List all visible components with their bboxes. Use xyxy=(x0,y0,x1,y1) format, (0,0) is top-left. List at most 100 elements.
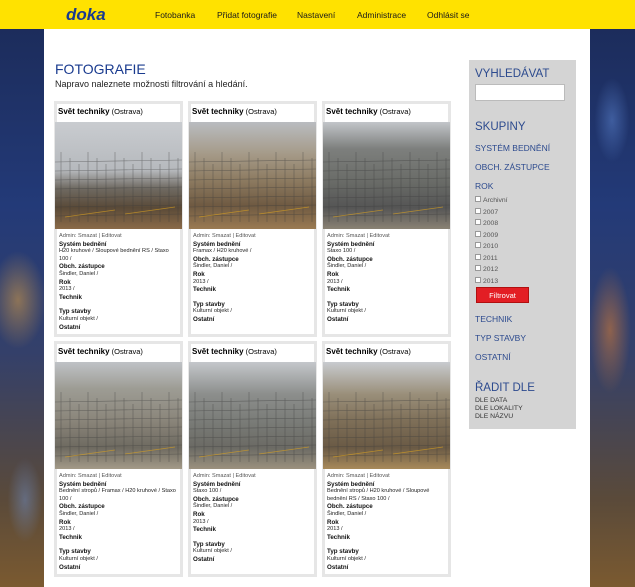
card-title-place: (Ostrava) xyxy=(245,347,277,356)
sort-by-name[interactable]: DLE NÁZVU xyxy=(475,413,513,421)
photo-card-title[interactable]: Svět techniky (Ostrava) xyxy=(326,107,411,116)
photo-card-meta: Admin: Smazat | Editovat Systém bednění … xyxy=(193,473,313,564)
card-label-type: Typ stavby xyxy=(193,300,225,308)
construction-photo[interactable] xyxy=(55,122,182,229)
sort-by-location[interactable]: DLE LOKALITY xyxy=(475,405,523,413)
card-value-rep: Šindler, Daniel / xyxy=(193,263,233,270)
year-checkbox-row[interactable]: 2009 xyxy=(475,230,499,240)
year-checkbox-row[interactable]: 2013 xyxy=(475,276,498,286)
photo-card-title[interactable]: Svět techniky (Ostrava) xyxy=(326,347,411,356)
photo-card-title[interactable]: Svět techniky (Ostrava) xyxy=(58,107,143,116)
card-label-tech: Technik xyxy=(327,533,350,541)
card-title-name: Svět techniky xyxy=(326,107,378,116)
construction-photo[interactable] xyxy=(189,362,316,469)
photo-card-meta: Admin: Smazat | Editovat Systém bednění … xyxy=(59,473,179,571)
sort-by-date[interactable]: DLE DATA xyxy=(475,397,507,405)
year-checkbox-row[interactable]: 2010 xyxy=(475,242,498,251)
card-title-name: Svět techniky xyxy=(192,347,244,356)
checkbox[interactable] xyxy=(475,219,481,226)
photo-card[interactable]: Svět techniky (Ostrava) Admin: Smazat | … xyxy=(54,101,183,337)
group-obch-zastupce[interactable]: OBCH. ZÁSTUPCE xyxy=(475,162,550,172)
card-label-type: Typ stavby xyxy=(327,300,359,308)
nav-odhlasit-se[interactable]: Odhlásit se xyxy=(427,10,470,20)
scaffolding-graphic xyxy=(189,152,316,222)
page-subtitle: Napravo naleznete možnosti filtrování a … xyxy=(55,79,248,89)
card-label-tech: Technik xyxy=(59,533,82,541)
card-value-type: Kulturní objekt / xyxy=(193,308,232,315)
year-checkbox-row[interactable]: 2008 xyxy=(475,219,498,228)
card-value-year: 2013 / xyxy=(193,518,209,525)
year-checkbox-row[interactable]: 2011 xyxy=(475,253,498,263)
card-label-type: Typ stavby xyxy=(59,308,91,316)
card-title-name: Svět techniky xyxy=(192,107,244,116)
card-value-system: Bednění stropů / Framax / H20 kruhové / … xyxy=(59,488,176,502)
card-title-place: (Ostrava) xyxy=(379,107,411,116)
year-checkbox-row[interactable]: 2012 xyxy=(475,265,498,274)
checkbox[interactable] xyxy=(475,253,481,260)
card-admin-links[interactable]: Admin: Smazat | Editovat xyxy=(327,473,447,481)
group-technik[interactable]: TECHNIK xyxy=(475,314,512,324)
photo-card[interactable]: Svět techniky (Ostrava) Admin: Smazat | … xyxy=(322,101,451,337)
card-value-system: Bednění stropů / H20 kruhové / Sloupové … xyxy=(327,488,430,502)
card-admin-links[interactable]: Admin: Smazat | Editovat xyxy=(327,233,447,241)
photo-card[interactable]: Svět techniky (Ostrava) Admin: Smazat | … xyxy=(322,341,451,577)
checkbox[interactable] xyxy=(475,242,481,249)
card-admin-links[interactable]: Admin: Smazat | Editovat xyxy=(193,473,313,481)
construction-photo[interactable] xyxy=(323,362,450,469)
year-label: 2009 xyxy=(483,231,499,239)
checkbox[interactable] xyxy=(475,230,481,237)
nav-fotobanka[interactable]: Fotobanka xyxy=(155,10,195,20)
photo-card-meta: Admin: Smazat | Editovat Systém bednění … xyxy=(59,233,179,331)
checkbox[interactable] xyxy=(475,207,481,214)
nav-pridat-fotografie[interactable]: Přidat fotografie xyxy=(217,10,277,20)
group-system-bedneni[interactable]: SYSTÉM BEDNĚNÍ xyxy=(475,143,550,153)
card-title-name: Svět techniky xyxy=(326,347,378,356)
photo-card-title[interactable]: Svět techniky (Ostrava) xyxy=(192,347,277,356)
photo-card[interactable]: Svět techniky (Ostrava) Admin: Smazat | … xyxy=(54,341,183,577)
card-value-system: Framax / H20 kruhové / xyxy=(193,248,252,255)
nav-nastaveni[interactable]: Nastavení xyxy=(297,10,335,20)
construction-photo[interactable] xyxy=(55,362,182,469)
year-label: 2011 xyxy=(483,254,498,262)
scaffolding-graphic xyxy=(55,392,182,462)
card-value-rep: Šindler, Daniel / xyxy=(327,510,367,517)
scaffolding-graphic xyxy=(189,392,316,462)
card-value-year: 2013 / xyxy=(327,278,343,285)
construction-photo[interactable] xyxy=(189,122,316,229)
card-label-rep: Obch. zástupce xyxy=(327,503,373,511)
photo-card[interactable]: Svět techniky (Ostrava) Admin: Smazat | … xyxy=(188,101,317,337)
checkbox[interactable] xyxy=(475,276,481,283)
card-label-system: Systém bednění xyxy=(59,240,107,248)
card-label-rep: Obch. zástupce xyxy=(59,503,105,511)
card-title-name: Svět techniky xyxy=(58,107,110,116)
card-admin-links[interactable]: Admin: Smazat | Editovat xyxy=(59,233,179,241)
group-rok[interactable]: ROK xyxy=(475,181,493,191)
checkbox[interactable] xyxy=(475,265,481,272)
doka-logo[interactable]: doka xyxy=(66,6,106,23)
card-title-place: (Ostrava) xyxy=(111,107,143,116)
photo-card[interactable]: Svět techniky (Ostrava) Admin: Smazat | … xyxy=(188,341,317,577)
group-typ-stavby[interactable]: TYP STAVBY xyxy=(475,333,526,343)
filter-button[interactable]: Filtrovat xyxy=(476,287,529,303)
card-label-year: Rok xyxy=(193,510,205,518)
nav-administrace[interactable]: Administrace xyxy=(357,10,406,20)
card-value-type: Kulturní objekt / xyxy=(327,555,366,562)
year-checkbox-row[interactable]: Archivní xyxy=(475,196,508,205)
checkbox[interactable] xyxy=(475,196,481,203)
card-label-tech: Technik xyxy=(193,526,216,534)
card-label-tech: Technik xyxy=(327,286,350,294)
card-value-system: Staxo 100 / xyxy=(193,488,222,495)
card-admin-links[interactable]: Admin: Smazat | Editovat xyxy=(193,233,313,241)
year-checkbox-row[interactable]: 2007 xyxy=(475,207,498,217)
photo-card-title[interactable]: Svět techniky (Ostrava) xyxy=(192,107,277,116)
card-label-type: Typ stavby xyxy=(327,548,359,556)
search-input[interactable] xyxy=(475,84,565,101)
card-value-type: Kulturní objekt / xyxy=(193,548,232,555)
group-ostatni[interactable]: OSTATNÍ xyxy=(475,352,511,362)
construction-photo[interactable] xyxy=(323,122,450,229)
year-label: 2008 xyxy=(483,220,499,227)
card-admin-links[interactable]: Admin: Smazat | Editovat xyxy=(59,473,179,481)
photo-card-title[interactable]: Svět techniky (Ostrava) xyxy=(58,347,143,356)
card-label-tech: Technik xyxy=(193,286,216,294)
scaffolding-graphic xyxy=(55,152,182,222)
